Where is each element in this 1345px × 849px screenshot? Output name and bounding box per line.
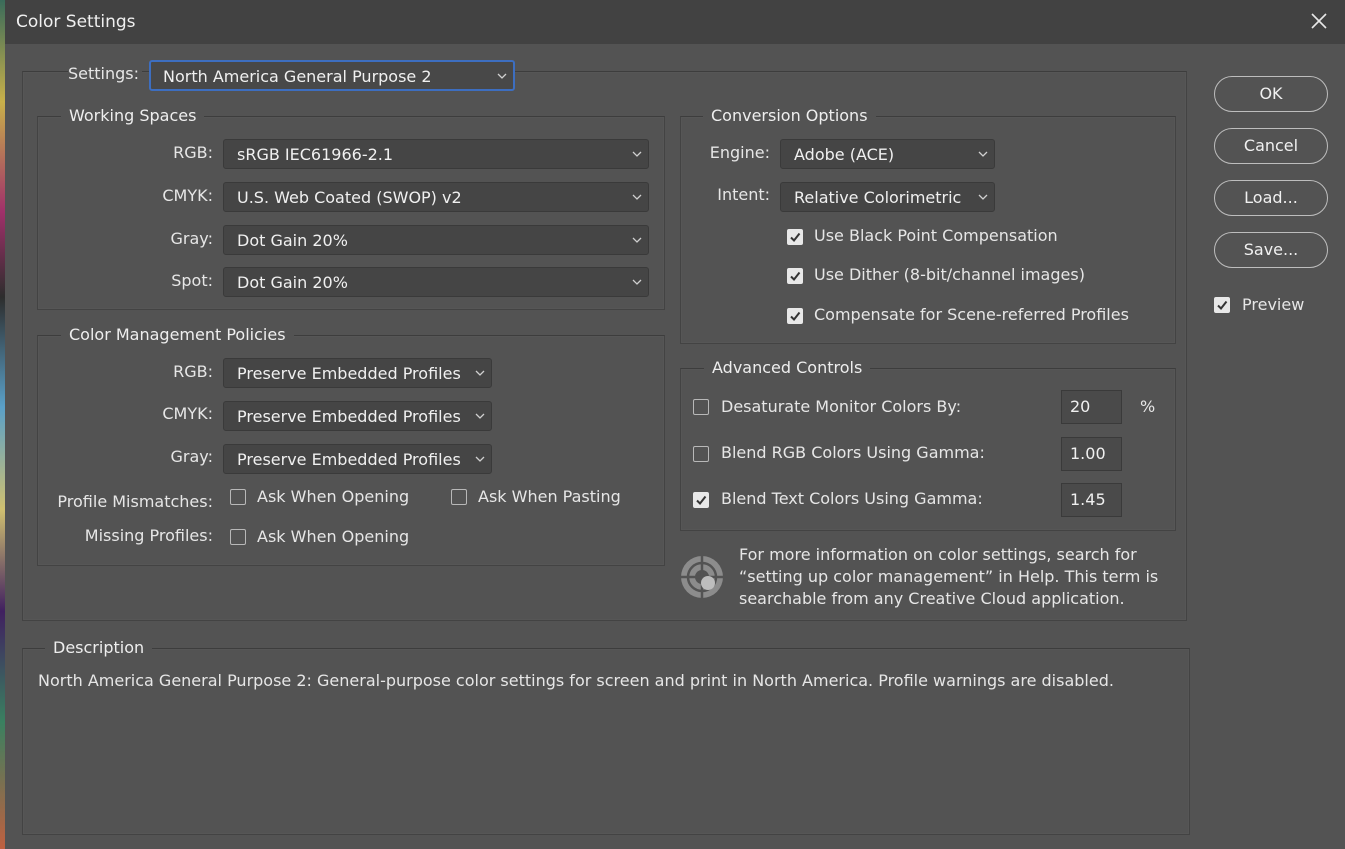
preview-label[interactable]: Preview xyxy=(1242,295,1304,314)
info-text: For more information on color settings, … xyxy=(739,545,1159,608)
window-title: Color Settings xyxy=(16,12,136,32)
mismatch-pasting-label[interactable]: Ask When Pasting xyxy=(478,487,621,506)
desaturate-checkbox[interactable] xyxy=(693,399,709,415)
conversion-title: Conversion Options xyxy=(703,106,876,125)
ws-spot-label: Spot: xyxy=(171,271,213,290)
ok-button[interactable]: OK xyxy=(1214,76,1328,112)
policy-gray-dropdown[interactable]: Preserve Embedded Profiles xyxy=(223,444,492,474)
policy-rgb-dropdown[interactable]: Preserve Embedded Profiles xyxy=(223,358,492,388)
policy-cmyk-dropdown[interactable]: Preserve Embedded Profiles xyxy=(223,401,492,431)
policy-gray-label: Gray: xyxy=(170,447,213,466)
dither-checkbox[interactable] xyxy=(787,268,803,284)
ws-rgb-label: RGB: xyxy=(173,143,213,162)
load-button[interactable]: Load... xyxy=(1214,180,1328,216)
settings-label: Settings: xyxy=(68,64,143,83)
blend-text-checkbox[interactable] xyxy=(693,492,709,508)
description-text: North America General Purpose 2: General… xyxy=(38,671,1114,690)
blend-text-label[interactable]: Blend Text Colors Using Gamma: xyxy=(721,489,983,508)
desktop-edge xyxy=(0,0,5,849)
missing-opening-checkbox[interactable] xyxy=(230,529,246,545)
scene-referred-label[interactable]: Compensate for Scene-referred Profiles xyxy=(814,305,1129,324)
ws-spot-dropdown[interactable]: Dot Gain 20% xyxy=(223,267,649,297)
scene-referred-checkbox[interactable] xyxy=(787,308,803,324)
ws-gray-label: Gray: xyxy=(170,229,213,248)
black-point-checkbox[interactable] xyxy=(787,229,803,245)
ws-gray-dropdown[interactable]: Dot Gain 20% xyxy=(223,225,649,255)
mismatch-pasting-checkbox[interactable] xyxy=(451,489,467,505)
advanced-title: Advanced Controls xyxy=(704,358,871,377)
desaturate-input[interactable]: 20 xyxy=(1061,390,1122,424)
policy-rgb-label: RGB: xyxy=(173,362,213,381)
percent-unit: % xyxy=(1140,397,1156,416)
color-wheel-icon xyxy=(679,554,725,600)
missing-profiles-label: Missing Profiles: xyxy=(84,526,213,545)
intent-dropdown[interactable]: Relative Colorimetric xyxy=(780,182,995,212)
working-spaces-title: Working Spaces xyxy=(61,106,205,125)
settings-dropdown[interactable]: North America General Purpose 2 xyxy=(149,60,515,91)
mismatch-opening-label[interactable]: Ask When Opening xyxy=(257,487,409,506)
ws-cmyk-dropdown[interactable]: U.S. Web Coated (SWOP) v2 xyxy=(223,182,649,212)
desaturate-label[interactable]: Desaturate Monitor Colors By: xyxy=(721,397,961,416)
profile-mismatches-label: Profile Mismatches: xyxy=(57,492,213,511)
ws-cmyk-label: CMYK: xyxy=(162,186,213,205)
engine-label: Engine: xyxy=(709,143,770,162)
blend-rgb-checkbox[interactable] xyxy=(693,446,709,462)
blend-rgb-label[interactable]: Blend RGB Colors Using Gamma: xyxy=(721,443,985,462)
save-button[interactable]: Save... xyxy=(1214,232,1328,268)
dither-label[interactable]: Use Dither (8-bit/channel images) xyxy=(814,265,1085,284)
mismatch-opening-checkbox[interactable] xyxy=(230,489,246,505)
close-icon[interactable] xyxy=(1309,11,1329,31)
policies-title: Color Management Policies xyxy=(61,325,294,344)
preview-checkbox[interactable] xyxy=(1214,297,1230,313)
engine-dropdown[interactable]: Adobe (ACE) xyxy=(780,139,995,169)
cancel-button[interactable]: Cancel xyxy=(1214,128,1328,164)
title-bar: Color Settings xyxy=(5,0,1345,44)
intent-label: Intent: xyxy=(717,185,770,204)
policy-cmyk-label: CMYK: xyxy=(162,404,213,423)
description-title: Description xyxy=(45,638,153,657)
black-point-label[interactable]: Use Black Point Compensation xyxy=(814,226,1058,245)
ws-rgb-dropdown[interactable]: sRGB IEC61966-2.1 xyxy=(223,139,649,169)
blend-text-input[interactable]: 1.45 xyxy=(1061,483,1122,517)
blend-rgb-input[interactable]: 1.00 xyxy=(1061,437,1122,471)
missing-opening-label[interactable]: Ask When Opening xyxy=(257,527,409,546)
